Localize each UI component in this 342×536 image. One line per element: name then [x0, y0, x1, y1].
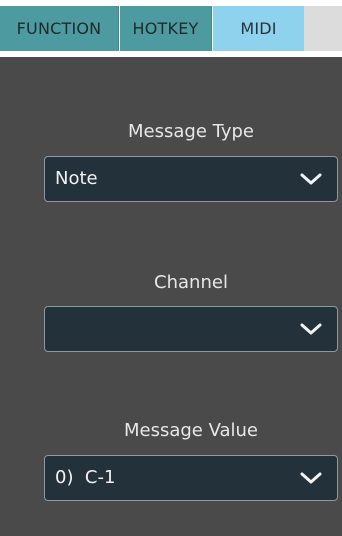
- chevron-down-icon: [300, 323, 322, 335]
- message-type-label: Message Type: [128, 121, 254, 142]
- message-value-label: Message Value: [123, 420, 259, 441]
- tab-hotkey[interactable]: HOTKEY: [120, 6, 212, 51]
- channel-dropdown[interactable]: [44, 306, 338, 352]
- message-value-dropdown[interactable]: 0) C-1: [44, 455, 338, 501]
- chevron-down-icon: [300, 173, 322, 185]
- channel-label: Channel: [154, 272, 228, 293]
- tab-midi[interactable]: MIDI: [213, 6, 304, 51]
- message-value-value: 0) C-1: [55, 467, 116, 488]
- tab-bar: FUNCTION HOTKEY MIDI: [0, 0, 342, 57]
- midi-settings-panel: Message Type Note Channel Message Value …: [0, 57, 342, 536]
- tab-bar-filler: [304, 6, 342, 51]
- message-type-value: Note: [55, 168, 98, 189]
- tab-function[interactable]: FUNCTION: [0, 6, 119, 51]
- chevron-down-icon: [300, 472, 322, 484]
- message-type-dropdown[interactable]: Note: [44, 156, 338, 202]
